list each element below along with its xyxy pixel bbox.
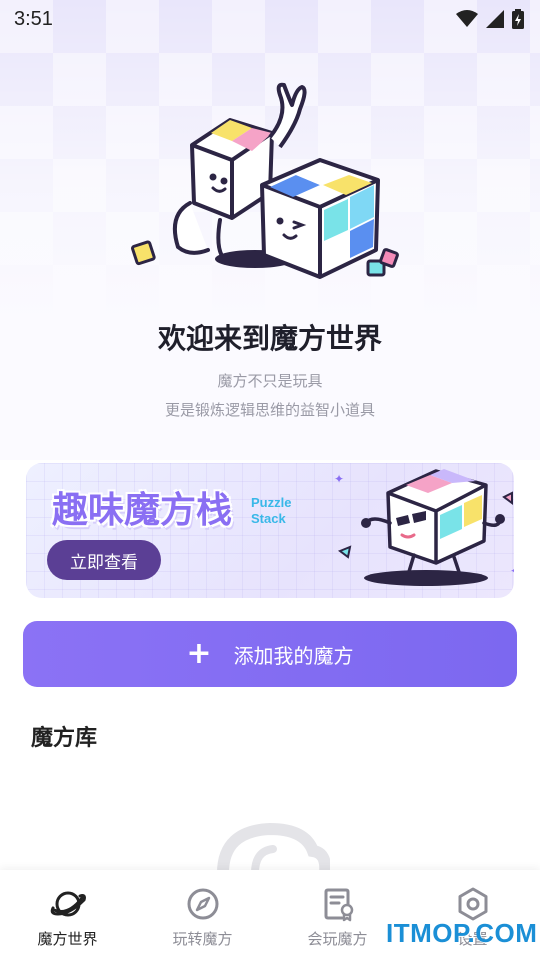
welcome-title: 欢迎来到魔方世界 xyxy=(157,322,382,355)
banner-english-title: Puzzle Stack xyxy=(251,495,291,527)
tab-skilled-cube[interactable]: 会玩魔方 xyxy=(270,870,405,960)
add-my-cube-button[interactable]: + 添加我的魔方 xyxy=(23,621,517,687)
tab-label: 玩转魔方 xyxy=(172,930,233,948)
certificate-icon xyxy=(324,888,353,922)
banner-title: 趣味魔方栈 xyxy=(52,490,233,531)
battery-icon xyxy=(512,9,524,29)
wifi-icon xyxy=(456,10,478,27)
welcome-subtitle-line-2: 更是锻炼逻辑思维的益智小道具 xyxy=(164,401,375,419)
add-my-cube-label: 添加我的魔方 xyxy=(233,643,354,668)
small-yellow-cube xyxy=(131,240,156,266)
banner-english-line-2: Stack xyxy=(251,511,286,526)
empty-state-illustration xyxy=(217,823,330,873)
svg-text:✦: ✦ xyxy=(510,564,514,578)
banner-english-line-1: Puzzle xyxy=(251,495,292,510)
cube-library-title: 魔方库 xyxy=(31,726,98,751)
status-bar: 3:51 xyxy=(0,0,540,38)
right-cube-character xyxy=(260,158,380,279)
site-watermark: ITMOP.COM xyxy=(386,918,538,948)
status-time: 3:51 xyxy=(14,7,53,30)
signal-icon xyxy=(486,10,504,28)
view-now-button[interactable]: 立即查看 xyxy=(47,540,161,580)
puzzle-stack-banner[interactable]: 趣味魔方栈 Puzzle Stack 立即查看 ✦ ✦ xyxy=(26,463,514,598)
status-icons xyxy=(456,9,524,29)
plus-icon: + xyxy=(186,636,212,671)
svg-text:✦: ✦ xyxy=(334,472,344,486)
tab-label: 会玩魔方 xyxy=(307,930,368,948)
tab-cube-world[interactable]: 魔方世界 xyxy=(0,870,135,960)
settings-icon xyxy=(458,887,487,921)
compass-icon xyxy=(187,888,218,920)
hero-cube-illustration xyxy=(131,82,399,279)
planet-icon xyxy=(50,891,86,917)
tab-label: 魔方世界 xyxy=(37,930,98,948)
sunglasses-cube-illustration: ✦ ✦ xyxy=(334,469,514,586)
welcome-subtitle-line-1: 魔方不只是玩具 xyxy=(217,372,323,390)
tab-play-cube[interactable]: 玩转魔方 xyxy=(135,870,270,960)
